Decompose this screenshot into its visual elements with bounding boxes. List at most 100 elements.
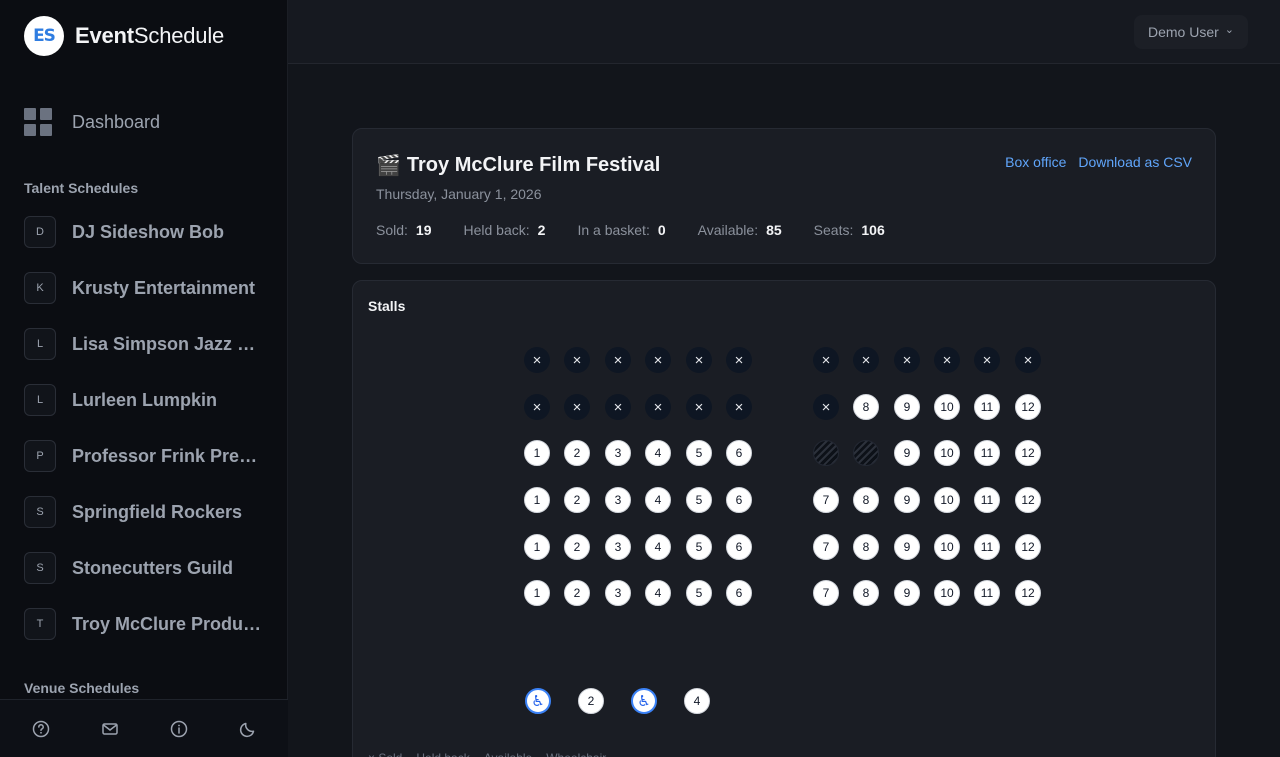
- seat-available[interactable]: 2: [564, 534, 590, 560]
- stat-available-label: Available:: [697, 222, 759, 238]
- app-name-bold: Event: [75, 23, 134, 48]
- seat-available[interactable]: 1: [524, 534, 550, 560]
- seat-available[interactable]: 4: [684, 688, 710, 714]
- seat-available[interactable]: 7: [813, 580, 839, 606]
- seat-legend: × Sold Held back Available Wheelchair: [368, 751, 606, 757]
- seat-available[interactable]: 2: [564, 487, 590, 513]
- seat-available[interactable]: 1: [524, 487, 550, 513]
- seat-available[interactable]: 6: [726, 534, 752, 560]
- seat-available[interactable]: 6: [726, 580, 752, 606]
- talent-label: Stonecutters Guild: [72, 557, 234, 578]
- seat-available[interactable]: 1: [524, 580, 550, 606]
- seat-available[interactable]: 11: [974, 487, 1000, 513]
- event-summary-card: 🎬 Troy McClure Film Festival Thursday, J…: [352, 128, 1216, 264]
- seat-available[interactable]: 3: [605, 440, 631, 466]
- seat-available[interactable]: 7: [813, 534, 839, 560]
- stat-held-value: 2: [537, 222, 546, 238]
- seat-wheelchair[interactable]: ♿: [525, 688, 551, 714]
- sidebar-item-talent[interactable]: S Stonecutters Guild: [24, 552, 264, 584]
- seat-available[interactable]: 12: [1015, 487, 1041, 513]
- seat-sold: ×: [726, 347, 752, 373]
- seat-available[interactable]: 7: [813, 487, 839, 513]
- seat-available[interactable]: 9: [894, 394, 920, 420]
- seating-plan-card: Stalls × × × × × × × × × × × × × × × × × × × 8 9 10 11 12 1 2 3 4 5 6…: [352, 280, 1216, 757]
- app-name-rest: Schedule: [133, 23, 225, 48]
- seat-available[interactable]: 2: [578, 688, 604, 714]
- sidebar-item-talent[interactable]: T Troy McClure Productions: [24, 608, 264, 640]
- seat-available[interactable]: 5: [686, 534, 712, 560]
- talent-initial-badge: S: [24, 552, 56, 584]
- seat-available[interactable]: 3: [605, 580, 631, 606]
- info-icon[interactable]: [169, 719, 189, 739]
- seat-wheelchair[interactable]: ♿: [631, 688, 657, 714]
- talent-label: Troy McClure Productions: [72, 613, 264, 634]
- talent-initial-badge: T: [24, 608, 56, 640]
- seat-available[interactable]: 12: [1015, 440, 1041, 466]
- seat-available[interactable]: 6: [726, 440, 752, 466]
- seat-available[interactable]: 10: [934, 580, 960, 606]
- talent-label: Lisa Simpson Jazz Ensemble: [72, 333, 264, 354]
- seat-available[interactable]: 12: [1015, 394, 1041, 420]
- seat-available[interactable]: 11: [974, 440, 1000, 466]
- stat-held-label: Held back:: [463, 222, 530, 238]
- moon-icon[interactable]: [238, 719, 258, 739]
- sidebar-item-talent[interactable]: D DJ Sideshow Bob: [24, 216, 264, 248]
- seat-available[interactable]: 3: [605, 487, 631, 513]
- seat-available[interactable]: 2: [564, 440, 590, 466]
- seat-available[interactable]: 9: [894, 440, 920, 466]
- seat-available[interactable]: 6: [726, 487, 752, 513]
- seat-available[interactable]: 5: [686, 487, 712, 513]
- app-logo[interactable]: ES EventSchedule: [24, 16, 224, 56]
- sidebar-item-talent[interactable]: P Professor Frink Presents: [24, 440, 264, 472]
- seat-sold: ×: [813, 347, 839, 373]
- seat-available[interactable]: 10: [934, 534, 960, 560]
- help-icon[interactable]: [31, 719, 51, 739]
- talent-initial-badge: P: [24, 440, 56, 472]
- seat-available[interactable]: 5: [686, 440, 712, 466]
- seat-sold: ×: [726, 394, 752, 420]
- seat-available[interactable]: 11: [974, 580, 1000, 606]
- box-office-link[interactable]: Box office: [1005, 154, 1066, 170]
- seat-available[interactable]: 9: [894, 534, 920, 560]
- stat-available: Available: 85: [698, 222, 782, 238]
- seat-available[interactable]: 11: [974, 394, 1000, 420]
- seat-available[interactable]: 10: [934, 487, 960, 513]
- user-menu-button[interactable]: Demo User ⌄: [1133, 15, 1248, 49]
- talent-initial-badge: K: [24, 272, 56, 304]
- seat-sold: ×: [524, 394, 550, 420]
- seat-sold: ×: [686, 394, 712, 420]
- seat-available[interactable]: 8: [853, 487, 879, 513]
- seat-available[interactable]: 12: [1015, 580, 1041, 606]
- seat-available[interactable]: 8: [853, 534, 879, 560]
- download-csv-link[interactable]: Download as CSV: [1078, 154, 1192, 170]
- venue-section-title: Venue Schedules: [24, 680, 140, 696]
- seat-available[interactable]: 8: [853, 394, 879, 420]
- seat-available[interactable]: 2: [564, 580, 590, 606]
- seat-available[interactable]: 12: [1015, 534, 1041, 560]
- seat-available[interactable]: 3: [605, 534, 631, 560]
- seat-available[interactable]: 9: [894, 580, 920, 606]
- seat-available[interactable]: 9: [894, 487, 920, 513]
- mail-icon[interactable]: [100, 719, 120, 739]
- nav-dashboard-label: Dashboard: [72, 111, 161, 132]
- sidebar-item-talent[interactable]: K Krusty Entertainment: [24, 272, 264, 304]
- nav-dashboard[interactable]: Dashboard: [24, 108, 160, 136]
- seat-available[interactable]: 10: [934, 394, 960, 420]
- talent-label: Springfield Rockers: [72, 501, 243, 522]
- seat-available[interactable]: 8: [853, 580, 879, 606]
- sidebar-item-talent[interactable]: L Lisa Simpson Jazz Ensemble: [24, 328, 264, 360]
- seat-available[interactable]: 10: [934, 440, 960, 466]
- sidebar-item-talent[interactable]: S Springfield Rockers: [24, 496, 264, 528]
- seat-available[interactable]: 4: [645, 534, 671, 560]
- stat-basket: In a basket: 0: [577, 222, 665, 238]
- seat-available[interactable]: 11: [974, 534, 1000, 560]
- seat-available[interactable]: 4: [645, 440, 671, 466]
- sidebar-item-talent[interactable]: L Lurleen Lumpkin: [24, 384, 264, 416]
- seat-available[interactable]: 4: [645, 580, 671, 606]
- seat-available[interactable]: 1: [524, 440, 550, 466]
- stat-basket-label: In a basket:: [577, 222, 650, 238]
- main-content: 🎬 Troy McClure Film Festival Thursday, J…: [288, 64, 1280, 757]
- seat-held: [853, 440, 879, 466]
- seat-available[interactable]: 4: [645, 487, 671, 513]
- seat-available[interactable]: 5: [686, 580, 712, 606]
